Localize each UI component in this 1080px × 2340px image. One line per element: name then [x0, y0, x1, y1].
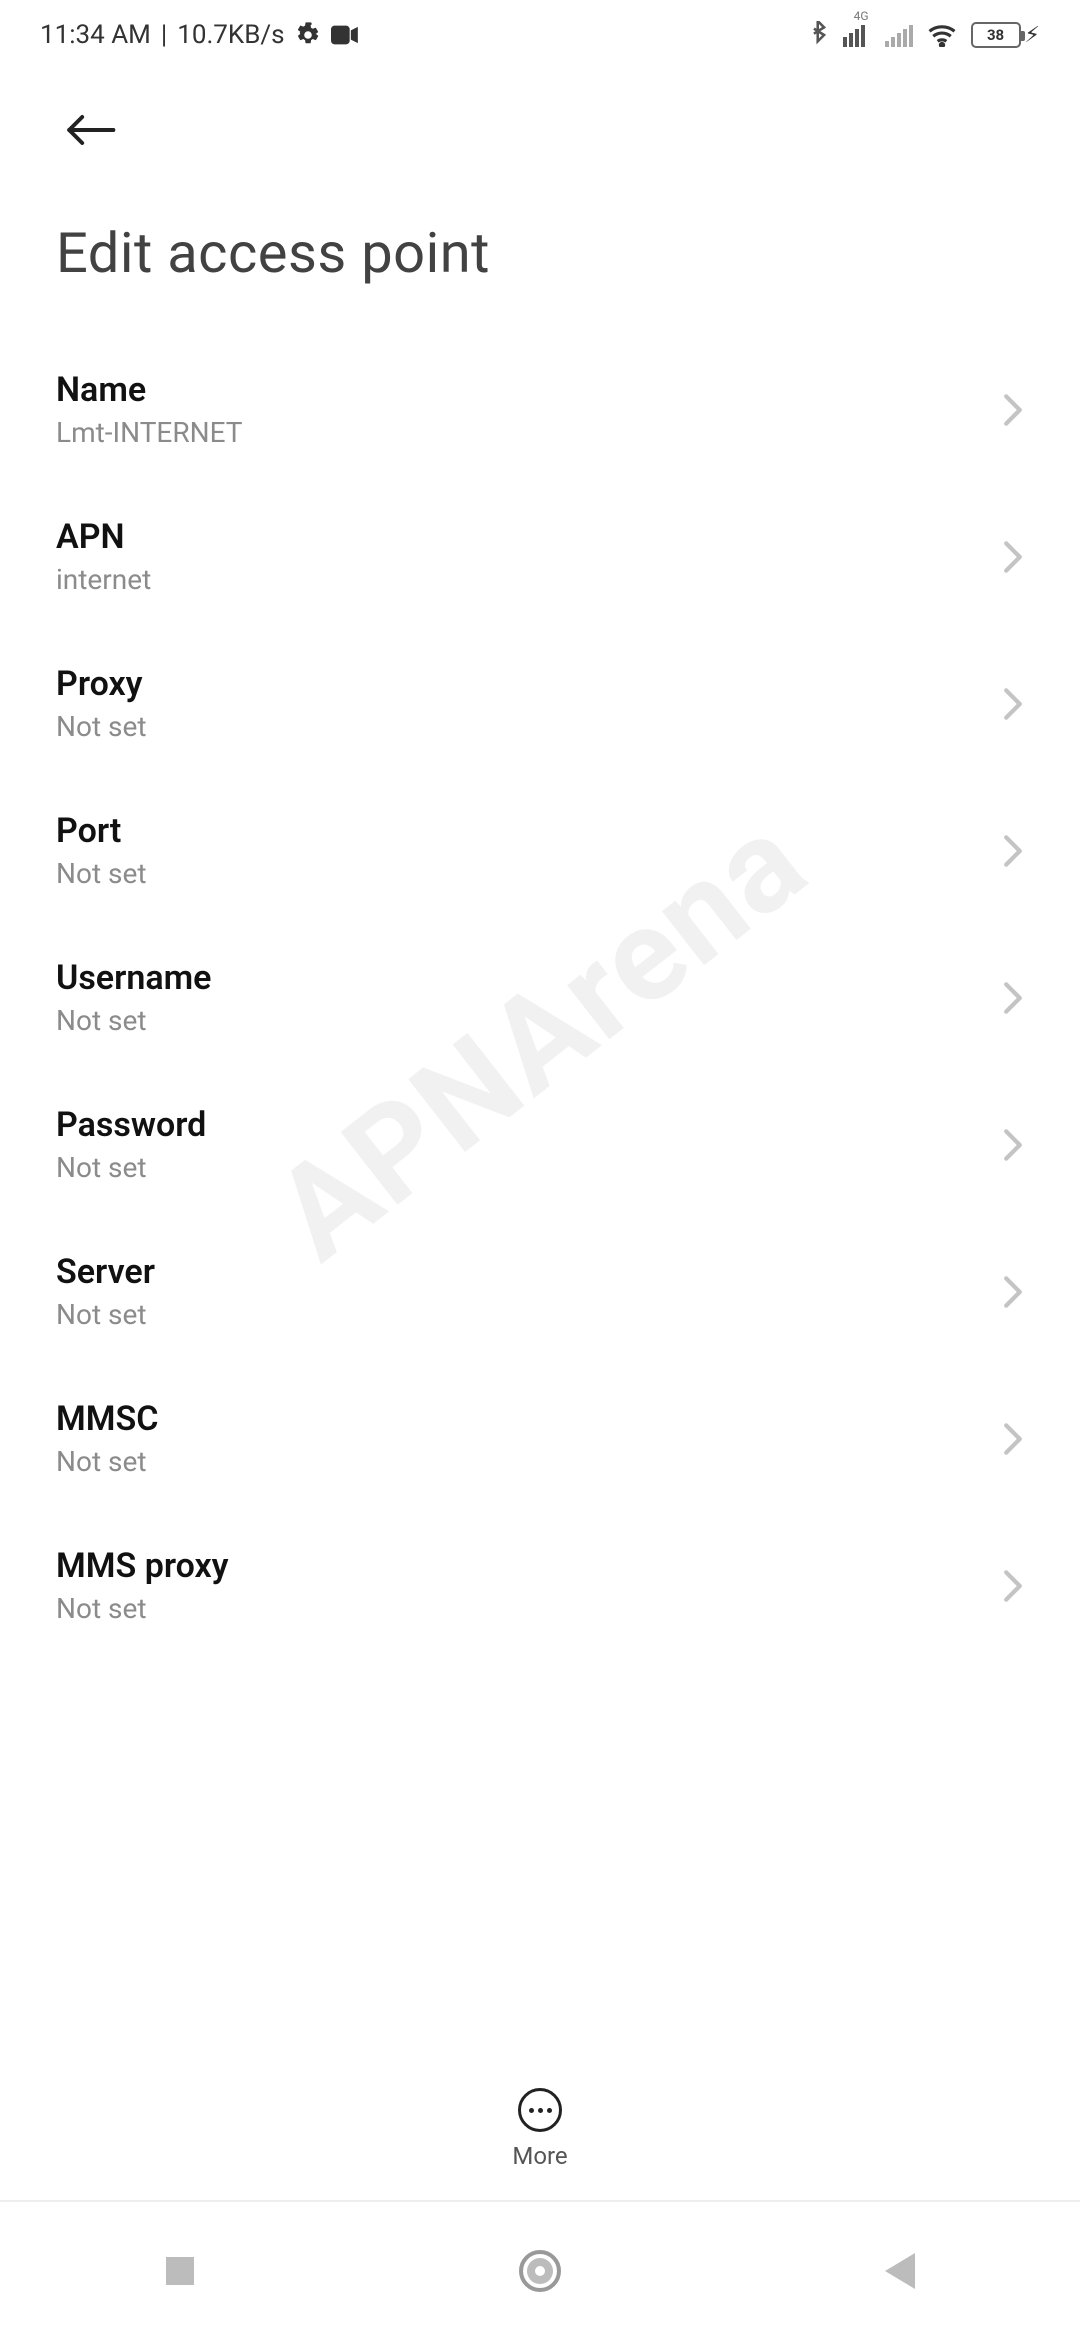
video-camera-icon [331, 25, 359, 45]
apn-proxy[interactable]: Proxy Not set [0, 630, 1080, 777]
navigation-bar [0, 2200, 1080, 2340]
setting-value: Not set [56, 1445, 158, 1478]
setting-label: Password [56, 1105, 206, 1145]
chevron-right-icon [1002, 687, 1024, 721]
status-left: 11:34 AM | 10.7KB/s [40, 20, 359, 50]
page-title: Edit access point [0, 180, 1080, 336]
setting-label: MMSC [56, 1399, 158, 1439]
chevron-right-icon [1002, 393, 1024, 427]
setting-value: internet [56, 563, 151, 596]
apn-mmsc[interactable]: MMSC Not set [0, 1365, 1080, 1512]
signal-sim2-icon [885, 23, 913, 47]
setting-value: Not set [56, 1151, 206, 1184]
chevron-right-icon [1002, 981, 1024, 1015]
status-time: 11:34 AM [40, 20, 151, 50]
setting-label: Port [56, 811, 147, 851]
setting-label: Server [56, 1252, 155, 1292]
setting-value: Not set [56, 1592, 229, 1625]
setting-label: Name [56, 370, 242, 410]
setting-label: MMS proxy [56, 1546, 229, 1586]
setting-label: APN [56, 517, 151, 557]
gear-icon [295, 22, 321, 48]
battery-indicator: 38 ⚡︎ [971, 22, 1040, 48]
apn-username[interactable]: Username Not set [0, 924, 1080, 1071]
more-label: More [512, 2142, 567, 2170]
chevron-right-icon [1002, 540, 1024, 574]
apn-server[interactable]: Server Not set [0, 1218, 1080, 1365]
setting-value: Not set [56, 710, 147, 743]
more-button[interactable]: More [0, 2070, 1080, 2170]
setting-value: Not set [56, 1298, 155, 1331]
chevron-right-icon [1002, 1275, 1024, 1309]
signal-sim1-icon: 4G [843, 23, 871, 47]
status-right: 4G 38 ⚡︎ [809, 21, 1040, 49]
chevron-right-icon [1002, 834, 1024, 868]
charging-bolt-icon: ⚡︎ [1025, 23, 1040, 48]
back-button[interactable] [60, 100, 120, 160]
nav-recent-button[interactable] [150, 2241, 210, 2301]
apn-port[interactable]: Port Not set [0, 777, 1080, 924]
wifi-icon [927, 23, 957, 47]
setting-value: Lmt-INTERNET [56, 416, 242, 449]
apn-mms-proxy[interactable]: MMS proxy Not set [0, 1512, 1080, 1659]
status-bar: 11:34 AM | 10.7KB/s 4G 38 ⚡︎ [0, 0, 1080, 70]
apn-name[interactable]: Name Lmt-INTERNET [0, 336, 1080, 483]
setting-value: Not set [56, 857, 147, 890]
settings-list: Name Lmt-INTERNET APN internet Proxy Not… [0, 336, 1080, 1659]
more-icon [518, 2088, 562, 2132]
setting-label: Username [56, 958, 211, 998]
apn-password[interactable]: Password Not set [0, 1071, 1080, 1218]
setting-value: Not set [56, 1004, 211, 1037]
nav-home-button[interactable] [510, 2241, 570, 2301]
battery-percentage: 38 [973, 24, 1019, 46]
status-network-speed: 10.7KB/s [177, 20, 284, 50]
nav-back-button[interactable] [870, 2241, 930, 2301]
bluetooth-icon [809, 21, 829, 49]
chevron-right-icon [1002, 1422, 1024, 1456]
chevron-right-icon [1002, 1569, 1024, 1603]
chevron-right-icon [1002, 1128, 1024, 1162]
apn-apn[interactable]: APN internet [0, 483, 1080, 630]
setting-label: Proxy [56, 664, 147, 704]
